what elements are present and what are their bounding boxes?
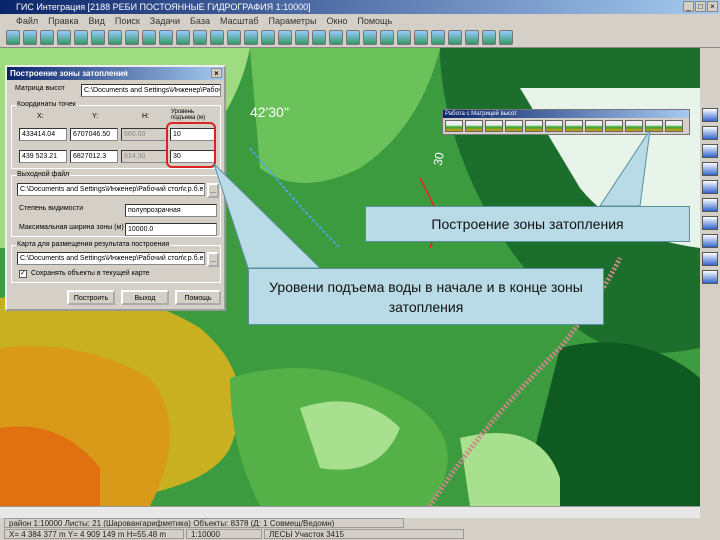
callout-flood-zone: Построение зоны затопления <box>365 206 690 242</box>
callout-pointer-levels <box>213 163 322 269</box>
callout-pointer-tool <box>599 129 651 207</box>
callout-water-levels: Уровени подъема воды в начале и в конце … <box>248 268 604 325</box>
